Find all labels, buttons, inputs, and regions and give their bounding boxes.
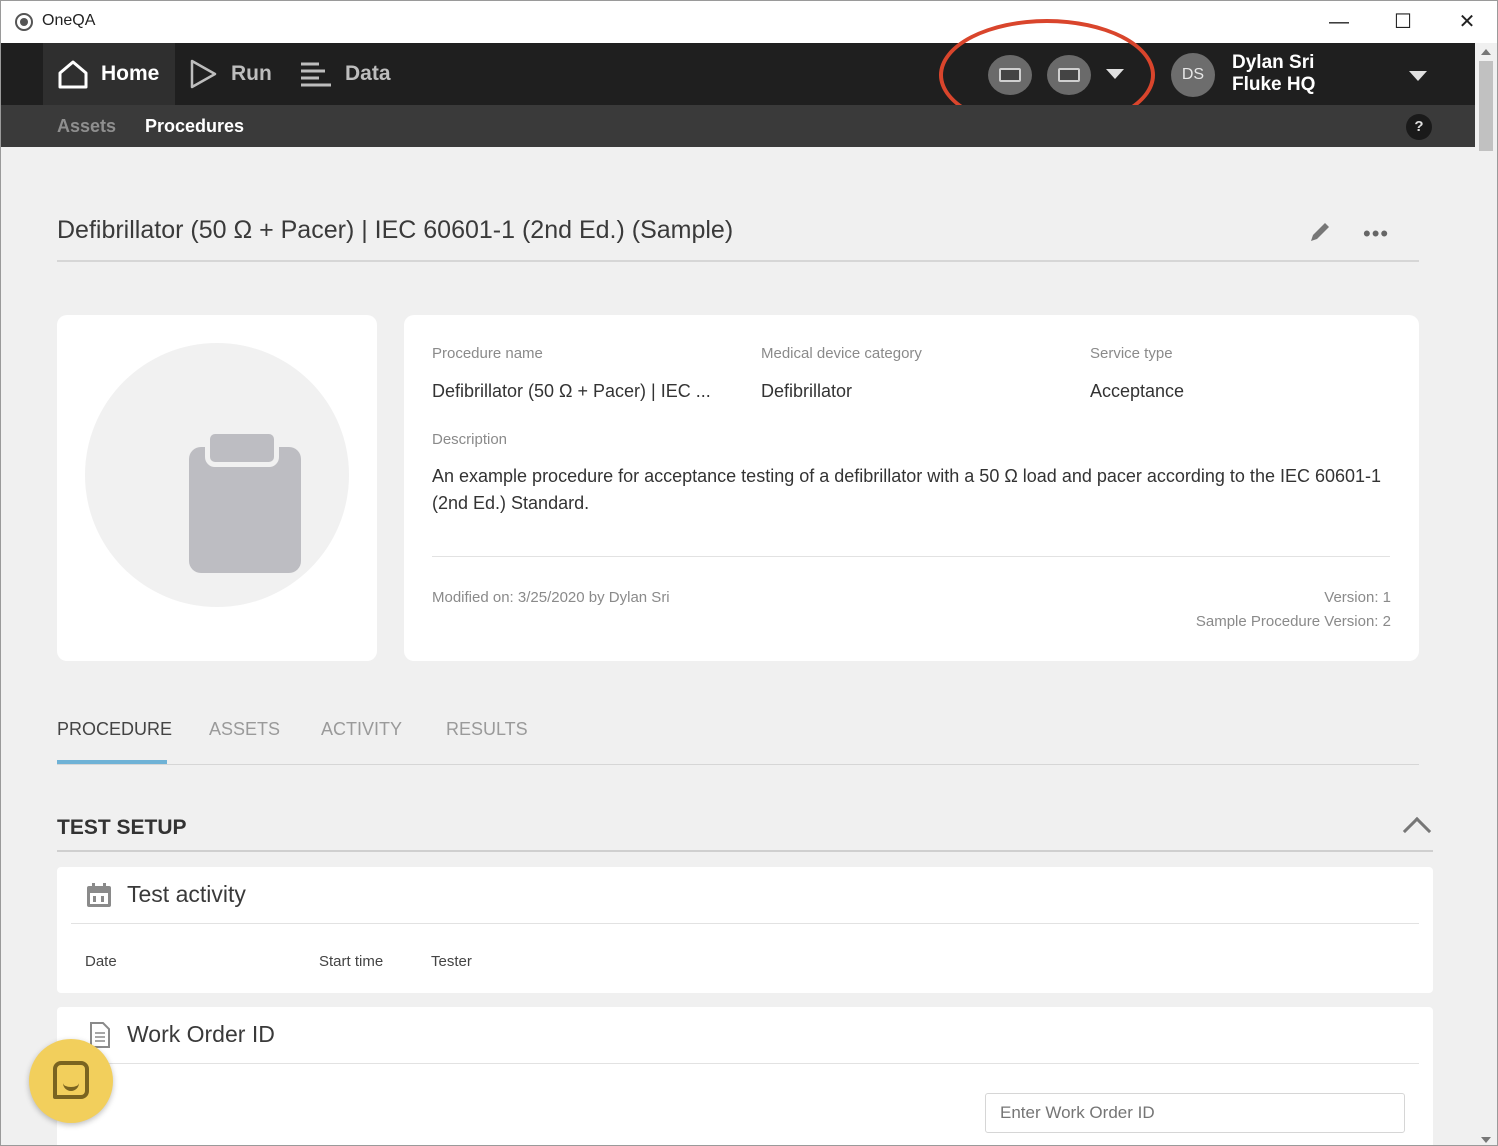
chat-button[interactable] [29,1039,113,1123]
title-divider [57,260,1419,262]
category-value: Defibrillator [761,381,853,401]
app-window: OneQA — ☐ ✕ Home Run Data DS Dylan Sri F… [0,0,1498,1146]
nav-data[interactable]: Data [299,43,391,105]
test-setup-title: TEST SETUP [57,816,187,839]
nav-home-label: Home [101,62,160,85]
subnav-assets[interactable]: Assets [57,116,116,137]
work-order-title: Work Order ID [127,1021,275,1047]
maximize-button[interactable]: ☐ [1373,5,1433,39]
user-name: Dylan Sri [1232,52,1315,73]
sub-nav: Assets Procedures ? [1,105,1475,147]
test-activity-card: Test activity Date Start time Tester [57,867,1433,993]
work-order-card: Work Order ID [57,1007,1433,1145]
tab-results[interactable]: RESULTS [446,719,528,740]
nav-home[interactable]: Home [43,43,175,105]
help-icon[interactable]: ? [1406,114,1432,140]
app-title: OneQA [42,12,96,29]
test-activity-title: Test activity [127,881,246,907]
user-org: Fluke HQ [1232,74,1316,95]
vertical-scrollbar[interactable] [1475,43,1497,1145]
tab-activity[interactable]: ACTIVITY [321,719,402,740]
procedure-image-placeholder [85,343,349,607]
scroll-up-icon[interactable] [1481,49,1491,55]
title-bar: OneQA — ☐ ✕ [1,1,1497,43]
version-info: Version: 1 [1324,589,1391,606]
page-title: Defibrillator (50 Ω + Pacer) | IEC 60601… [57,216,734,244]
work-order-input[interactable] [985,1093,1405,1133]
tabs-divider [57,764,1419,765]
subnav-procedures[interactable]: Procedures [145,116,244,137]
date-column: Date [85,953,117,970]
procedure-name-value: Defibrillator (50 Ω + Pacer) | IEC ... [432,381,711,401]
tester-column: Tester [431,953,472,970]
top-nav: Home Run Data DS Dylan Sri Fluke HQ [1,43,1475,105]
tab-assets[interactable]: ASSETS [209,719,280,740]
nav-data-label: Data [345,62,391,85]
procedure-details-card: Procedure name Defibrillator (50 Ω + Pac… [404,315,1419,661]
nav-run-label: Run [231,62,272,85]
clipboard-clip [205,429,279,467]
user-avatar[interactable]: DS [1171,53,1215,97]
description-label: Description [432,431,508,448]
modified-info: Modified on: 3/25/2020 by Dylan Sri [432,589,670,606]
scroll-down-icon[interactable] [1481,1137,1491,1143]
collapse-chevron-up-icon[interactable] [1402,816,1432,846]
minimize-button[interactable]: — [1309,5,1369,39]
home-icon [58,60,88,89]
tab-procedure[interactable]: PROCEDURE [57,719,172,740]
list-icon [301,62,331,87]
play-icon [190,59,217,89]
sample-version-info: Sample Procedure Version: 2 [1195,613,1391,630]
service-type-label: Service type [1090,345,1173,362]
app-logo-icon [15,13,33,31]
details-divider [432,556,1390,557]
description-value: An example procedure for acceptance test… [432,466,1382,513]
user-menu-chevron-icon[interactable] [1409,71,1427,81]
test-activity-divider [71,923,1419,924]
procedure-name-label: Procedure name [432,345,543,362]
edit-icon[interactable] [1307,219,1333,245]
procedure-image-card [57,315,377,661]
section-divider [57,850,1433,852]
scroll-thumb[interactable] [1479,61,1493,151]
calendar-icon [87,883,111,907]
chat-icon [53,1061,89,1099]
user-info[interactable]: Dylan Sri Fluke HQ [1232,52,1315,96]
more-options-icon[interactable]: ••• [1363,221,1389,247]
work-order-divider [71,1063,1419,1064]
category-label: Medical device category [761,345,922,362]
close-button[interactable]: ✕ [1437,5,1497,39]
start-time-column: Start time [319,953,384,970]
nav-run[interactable]: Run [187,43,272,105]
service-type-value: Acceptance [1090,381,1185,401]
